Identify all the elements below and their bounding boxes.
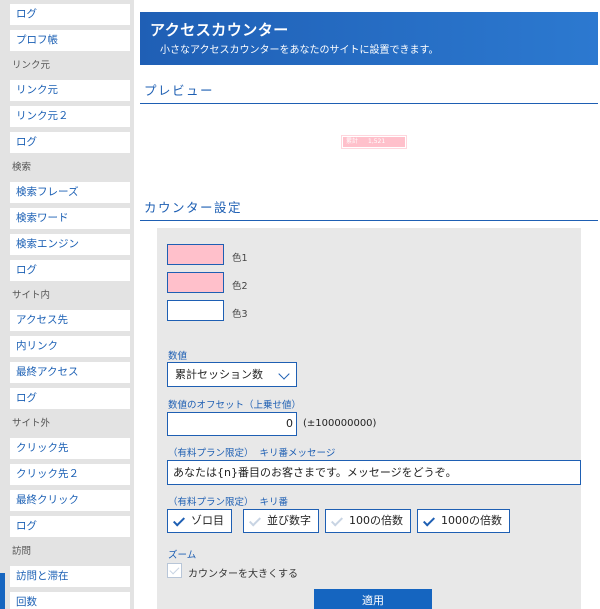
page-banner: アクセスカウンター 小さなアクセスカウンターをあなたのサイトに設置できます。 [140,12,598,65]
kiriban-zorome-toggle[interactable]: ゾロ目 [167,509,232,533]
kiriban-message-input[interactable]: あなたは{n}番目のお客さまです。メッセージをどうぞ。 [167,460,581,485]
sidebar-item[interactable]: リンク元２ [10,106,130,127]
color2-swatch[interactable] [167,272,224,293]
color1-swatch[interactable] [167,244,224,265]
offset-range-hint: (±100000000) [303,418,377,429]
sidebar-item[interactable]: 訪問と滞在 [10,566,130,587]
sidebar-item[interactable]: 検索フレーズ [10,182,130,203]
kiriban-option-label: 並び数字 [267,514,311,527]
sidebar-item[interactable]: クリック先 [10,438,130,459]
check-icon [172,514,186,527]
counter-preview-value: 1,521 [368,138,386,145]
offset-label: 数値のオフセット（上乗せ値） [168,400,302,411]
sidebar-item[interactable]: 最終アクセス [10,362,130,383]
check-icon [248,514,262,527]
kiriban-sequence-toggle[interactable]: 並び数字 [243,509,319,533]
sidebar-item[interactable]: プロフ帳 [10,30,130,51]
value-select[interactable]: 累計セッション数 [167,362,297,387]
color3-swatch[interactable] [167,300,224,321]
color2-label: 色2 [232,281,248,292]
sidebar-section-heading: サイト内 [12,290,51,301]
sidebar-item[interactable]: ログ [10,516,130,537]
sidebar-item[interactable]: ログ [10,132,130,153]
color1-label: 色1 [232,253,248,264]
paid-plan-note: （有料プラン限定） [168,448,254,459]
kiriban-option-label: 100の倍数 [349,514,403,527]
sidebar-nav: ログ プロフ帳 リンク元 リンク元 リンク元２ ログ 検索 検索フレーズ 検索ワード 検索エンジン… [0,4,134,609]
kiriban-label: （有料プラン限定） キリ番 [168,494,288,508]
zoom-label: ズーム [168,550,197,561]
sidebar-item[interactable]: クリック先２ [10,464,130,485]
counter-settings-heading: カウンター設定 [140,197,598,221]
value-select-text: 累計セッション数 [175,368,263,381]
value-label: 数値 [168,351,188,362]
sidebar-item[interactable]: 回数 [10,592,130,609]
sidebar-item[interactable]: ログ [10,4,130,25]
kiriban-label-text: キリ番 [259,497,289,508]
page-subtitle: 小さなアクセスカウンターをあなたのサイトに設置できます。 [160,45,439,56]
sidebar-section-heading: 検索 [12,162,32,173]
sidebar-item[interactable]: ログ [10,260,130,281]
sidebar-section-heading: リンク元 [12,60,51,71]
main-content: アクセスカウンター 小さなアクセスカウンターをあなたのサイトに設置できます。 プ… [140,12,598,609]
zoom-checkbox[interactable] [167,563,182,578]
check-icon [422,514,436,527]
sidebar-item[interactable]: リンク元 [10,80,130,101]
counter-preview-label: 累計 [346,138,359,145]
zoom-option-label: カウンターを大きくする [188,569,298,580]
sidebar-section-heading: サイト外 [12,418,51,429]
page-title: アクセスカウンター [150,21,289,39]
kiriban-option-label: ゾロ目 [191,514,224,527]
sidebar-item[interactable]: ログ [10,388,130,409]
sidebar-section-heading: 訪問 [12,546,32,557]
kiriban-message-label-text: キリ番メッセージ [259,448,336,459]
counter-preview: 累計 1,521 [342,136,406,148]
kiriban-100-toggle[interactable]: 100の倍数 [325,509,411,533]
sidebar-item[interactable]: 最終クリック [10,490,130,511]
offset-input[interactable]: 0 [167,412,297,436]
preview-heading: プレビュー [140,80,598,104]
sidebar-item[interactable]: アクセス先 [10,310,130,331]
sidebar-item[interactable]: 検索エンジン [10,234,130,255]
apply-button[interactable]: 適用 [314,589,432,609]
paid-plan-note: （有料プラン限定） [168,497,254,508]
color3-label: 色3 [232,309,248,320]
sidebar-item[interactable]: 検索ワード [10,208,130,229]
settings-panel: 色1 色2 色3 数値 累計セッション数 数値のオフセット（上乗せ値） 0 (±… [157,228,581,609]
kiriban-option-label: 1000の倍数 [441,514,502,527]
sidebar: ログ プロフ帳 リンク元 リンク元 リンク元２ ログ 検索 検索フレーズ 検索ワード 検索エンジン… [0,0,134,609]
kiriban-message-label: （有料プラン限定） キリ番メッセージ [168,445,335,459]
kiriban-1000-toggle[interactable]: 1000の倍数 [417,509,510,533]
check-icon [169,564,180,575]
check-icon [330,514,344,527]
sidebar-active-indicator [0,573,5,609]
chevron-down-icon [278,368,290,380]
sidebar-item[interactable]: 内リンク [10,336,130,357]
